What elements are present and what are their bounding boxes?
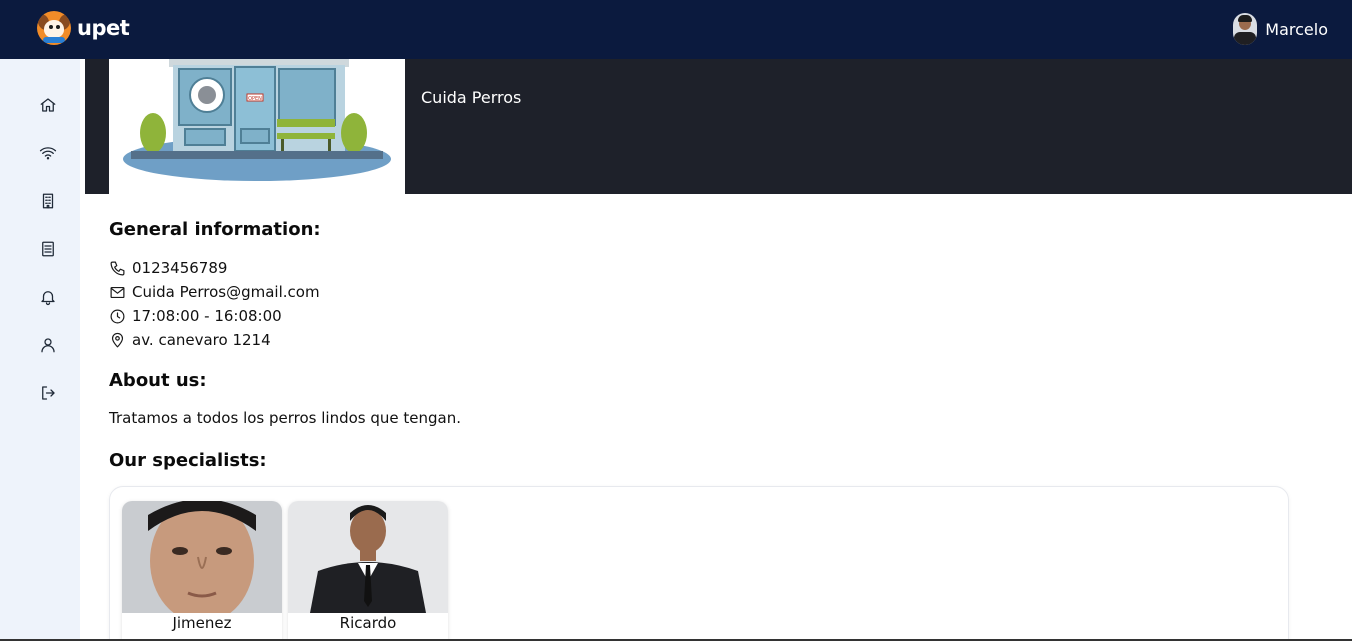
sidebar-item-logout[interactable] [37,382,59,404]
specialists-panel [109,486,1289,641]
about-text: Tratamos a todos los perros lindos que t… [109,409,461,427]
specialist-photo [288,501,448,613]
clock-icon [110,309,125,323]
address-value: av. canevaro 1214 [132,331,271,349]
specialist-name: Jimenez [172,614,232,632]
sidebar-item-home[interactable] [37,94,59,116]
specialist-card[interactable]: Ricardo [288,501,448,641]
email-row: Cuida Perros@gmail.com [109,283,320,301]
brand[interactable]: upet [37,11,130,45]
phone-value: 0123456789 [132,259,228,277]
business-banner: OPEN Cuida Perros [85,59,1352,194]
top-navbar: upet Marcelo [0,0,1352,59]
bell-icon [41,291,55,306]
hours-row: 17:08:00 - 16:08:00 [109,307,282,325]
sidebar-item-wifi[interactable] [37,142,59,164]
specialist-photo [122,501,282,613]
about-heading: About us: [109,370,207,391]
mail-icon [110,286,125,298]
sidebar-item-profile[interactable] [37,334,59,356]
brand-name: upet [77,16,130,40]
specialists-heading: Our specialists: [109,450,267,471]
user-name: Marcelo [1265,19,1328,39]
hours-value: 17:08:00 - 16:08:00 [132,307,282,325]
home-icon [40,98,56,112]
address-row: av. canevaro 1214 [109,331,271,349]
general-info-heading: General information: [109,219,321,240]
storefront-image: OPEN [109,59,405,194]
sidebar [0,59,80,641]
email-value: Cuida Perros@gmail.com [132,283,320,301]
user-icon [41,338,55,353]
specialist-card[interactable]: Jimenez [122,501,282,641]
business-name: Cuida Perros [421,88,522,107]
specialist-name: Ricardo [339,614,397,632]
location-pin-icon [111,332,124,347]
logout-icon [42,386,55,400]
phone-row: 0123456789 [109,259,227,277]
user-menu[interactable]: Marcelo [1233,13,1328,45]
sidebar-item-building[interactable] [37,190,59,212]
sidebar-item-notifications[interactable] [37,286,59,308]
storefront-sign: OPEN [248,96,262,102]
dog-logo-icon [37,11,71,45]
building-icon [42,193,54,209]
wifi-icon [39,147,57,160]
phone-icon [110,261,125,275]
document-icon [42,241,54,257]
sidebar-item-document[interactable] [37,238,59,260]
avatar [1233,13,1258,45]
